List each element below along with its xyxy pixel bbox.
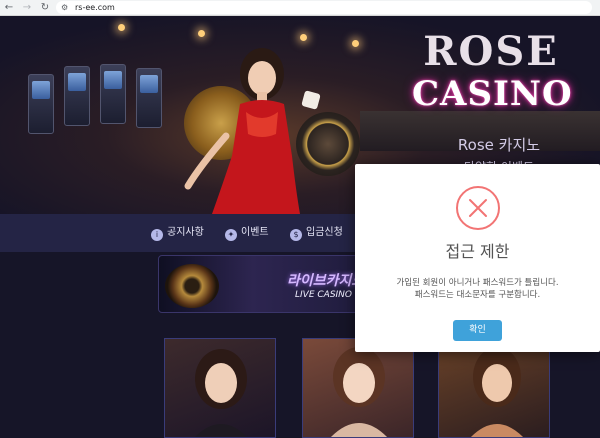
live-casino-title-en: LIVE CASINO	[295, 290, 352, 300]
dealer-image	[195, 349, 247, 437]
error-x-icon	[456, 186, 500, 230]
site-info-icon[interactable]: ⚙	[61, 2, 71, 13]
address-bar[interactable]: ⚙ rs-ee.com	[56, 1, 592, 14]
live-casino-title-ko: 라이브카지노	[287, 273, 365, 289]
reload-icon[interactable]: ↻	[38, 1, 52, 15]
arrow-right-icon[interactable]: →	[20, 1, 34, 15]
roulette-icon	[165, 264, 219, 308]
access-denied-modal: 접근 제한 가입된 회원이 아니거나 패스워드가 틀립니다. 패스워드는 대소문…	[355, 164, 600, 352]
game-card[interactable]	[438, 338, 550, 438]
dealer-image	[471, 347, 523, 437]
menu-item-label: 입금신청	[306, 227, 343, 238]
menu-item-deposit[interactable]: $ 입금신청	[290, 214, 343, 252]
menu-item-notice[interactable]: i 공지사항	[151, 214, 204, 252]
live-casino-banner[interactable]: 라이브카지노 LIVE CASINO	[158, 255, 368, 313]
modal-title: 접근 제한	[445, 242, 510, 261]
money-bag-icon: $	[290, 229, 302, 241]
game-card[interactable]	[302, 338, 414, 438]
arrow-left-icon[interactable]: ←	[2, 1, 16, 15]
menu-item-label: 공지사항	[167, 227, 204, 238]
logo-casino-text: CASINO	[412, 74, 573, 114]
menu-item-event[interactable]: ✦ 이벤트	[225, 214, 269, 252]
rose-casino-logo: ROSE CASINO	[412, 24, 573, 118]
page: ← → ↻ ⚙ rs-ee.com ROSE CASINO Rose 카지노 i…	[0, 0, 600, 438]
hero-title: Rose 카지노	[457, 136, 541, 154]
game-card[interactable]	[164, 338, 276, 438]
browser-toolbar: ← → ↻ ⚙ rs-ee.com	[0, 0, 600, 16]
url-text[interactable]: rs-ee.com	[75, 1, 115, 14]
gift-icon: ✦	[225, 229, 237, 241]
modal-message-line-1: 가입된 회원이 아니거나 패스워드가 틀립니다.	[396, 278, 559, 288]
confirm-button[interactable]: 확인	[453, 320, 502, 341]
logo-rose-text: ROSE	[423, 28, 559, 75]
modal-message-line-2: 패스워드는 대소문자를 구분합니다.	[414, 290, 541, 300]
dealer-image	[331, 347, 387, 437]
menu-item-label: 이벤트	[241, 227, 269, 238]
info-icon: i	[151, 229, 163, 241]
